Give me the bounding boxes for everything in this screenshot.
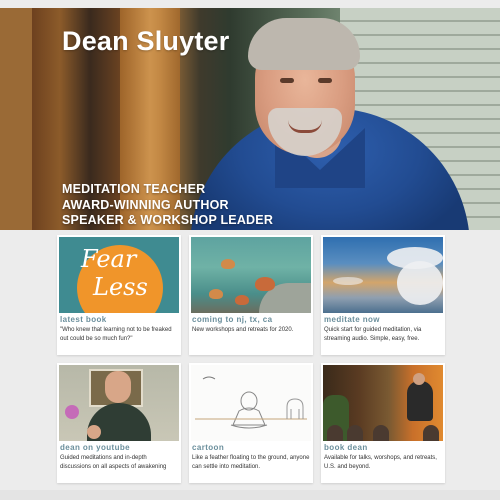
cartoon-image[interactable] xyxy=(191,365,311,441)
tagline-meditation-teacher: MEDITATION TEACHER xyxy=(62,182,206,196)
card-description: Like a feather floating to the ground, a… xyxy=(192,455,310,470)
butterfly-shape xyxy=(209,289,223,299)
hero-background-wood xyxy=(0,8,32,230)
book-cover-word-less: Less xyxy=(93,273,148,301)
page-footer-strip xyxy=(0,490,500,500)
speaker-head xyxy=(413,373,425,385)
card-meditate-now[interactable]: meditate now Quick start for guided medi… xyxy=(321,235,445,355)
audience-head xyxy=(347,425,363,441)
card-title[interactable]: coming to nj, tx, ca xyxy=(192,315,272,324)
card-latest-book[interactable]: Fear Less latest book "Who knew that lea… xyxy=(57,235,181,355)
flower-shape xyxy=(65,405,79,419)
hero-banner: Dean Sluyter MEDITATION TEACHER AWARD-WI… xyxy=(0,8,500,230)
card-description: Guided meditations and in-depth discussi… xyxy=(60,455,167,470)
card-title[interactable]: cartoon xyxy=(192,443,224,452)
audience-head xyxy=(327,425,343,441)
book-cover-image[interactable]: Fear Less xyxy=(59,237,179,313)
butterfly-shape xyxy=(255,277,275,291)
book-cover-word-fear: Fear xyxy=(81,245,137,273)
tagline-speaker: SPEAKER & WORKSHOP LEADER xyxy=(62,213,274,227)
card-title[interactable]: latest book xyxy=(60,315,107,324)
portrait-eye-right xyxy=(318,78,332,83)
audience-head xyxy=(373,425,389,441)
speaker-face xyxy=(105,371,131,403)
card-description: Available for talks, worshops, and retre… xyxy=(324,455,437,470)
speaker-figure xyxy=(407,381,433,421)
card-coming-to[interactable]: coming to nj, tx, ca New workshops and r… xyxy=(189,235,313,355)
card-description: New workshops and retreats for 2020. xyxy=(192,327,294,333)
butterfly-shape xyxy=(235,295,249,305)
sky-image[interactable] xyxy=(323,237,443,313)
youtube-video-image[interactable] xyxy=(59,365,179,441)
card-title[interactable]: meditate now xyxy=(324,315,380,324)
portrait-hair xyxy=(248,18,360,70)
card-description: Quick start for guided meditation, via s… xyxy=(324,327,422,342)
card-book-dean[interactable]: book dean Available for talks, worshops,… xyxy=(321,363,445,483)
hero-taglines: MEDITATION TEACHER AWARD-WINNING AUTHOR … xyxy=(62,182,273,229)
speaker-hand xyxy=(87,425,101,439)
portrait-eye-left xyxy=(280,78,294,83)
cloud-shape xyxy=(333,277,363,285)
meditating-figure-drawing xyxy=(195,376,307,429)
card-title[interactable]: dean on youtube xyxy=(60,443,130,452)
card-title[interactable]: book dean xyxy=(324,443,368,452)
talk-photo-image[interactable] xyxy=(323,365,443,441)
audience-head xyxy=(423,425,439,441)
butterflies-image[interactable] xyxy=(191,237,311,313)
site-title[interactable]: Dean Sluyter xyxy=(62,26,229,57)
cloud-shape xyxy=(397,261,443,305)
card-description: "Who knew that learning not to be freake… xyxy=(60,327,172,342)
tagline-author: AWARD-WINNING AUTHOR xyxy=(62,197,229,212)
butterfly-shape xyxy=(221,259,235,269)
card-youtube[interactable]: dean on youtube Guided meditations and i… xyxy=(57,363,181,483)
card-cartoon[interactable]: cartoon Like a feather floating to the g… xyxy=(189,363,313,483)
